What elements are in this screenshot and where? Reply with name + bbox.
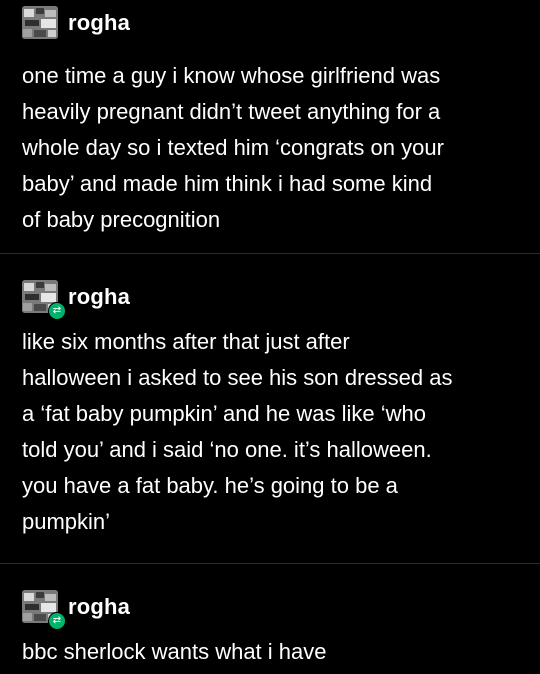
post-1: rogha one time a guy i know whose girlfr… <box>0 6 540 238</box>
post-header: ⇄ rogha <box>0 590 540 630</box>
post-text: one time a guy i know whose girlfriend w… <box>22 63 444 232</box>
avatar[interactable] <box>22 6 58 39</box>
post-3: ⇄ rogha bbc sherlock wants what i have <box>0 590 540 670</box>
post-2: ⇄ rogha like six months after that just … <box>0 280 540 540</box>
post-text: bbc sherlock wants what i have <box>22 639 327 664</box>
reblog-icon: ⇄ <box>48 302 66 320</box>
reblog-icon: ⇄ <box>48 612 66 630</box>
username[interactable]: rogha <box>68 284 130 310</box>
post-header: ⇄ rogha <box>0 280 540 320</box>
username[interactable]: rogha <box>68 10 130 36</box>
post-header: rogha <box>0 6 540 46</box>
username[interactable]: rogha <box>68 594 130 620</box>
post-text: like six months after that just after ha… <box>22 329 453 534</box>
divider <box>0 563 540 564</box>
divider <box>0 253 540 254</box>
